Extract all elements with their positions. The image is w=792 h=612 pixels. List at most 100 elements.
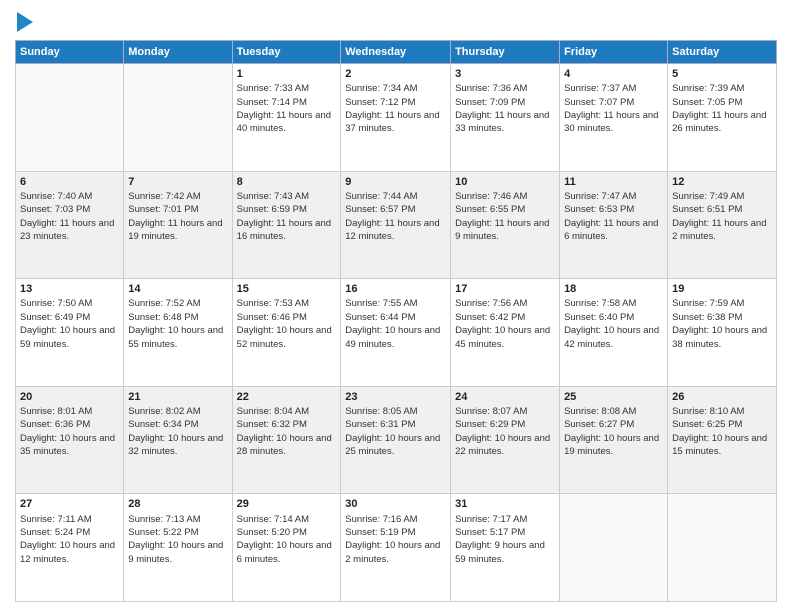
day-number: 29	[237, 497, 337, 511]
calendar-cell: 19Sunrise: 7:59 AM Sunset: 6:38 PM Dayli…	[668, 279, 777, 387]
calendar-cell: 5 Sunrise: 7:39 AM Sunset: 7:05 PM Daylig…	[668, 64, 777, 172]
calendar-cell: 22 Sunrise: 8:04 AM Sunset: 6:32 PM Dayli…	[232, 386, 341, 494]
day-number: 31	[455, 497, 555, 511]
day-number: 20	[20, 390, 119, 404]
day-info: Sunrise: 7:33 AM Sunset: 7:14 PM Dayligh…	[237, 83, 331, 134]
calendar-cell: 1 Sunrise: 7:33 AM Sunset: 7:14 PM Daylig…	[232, 64, 341, 172]
day-number: 15	[237, 282, 337, 296]
calendar-week-row: 1 Sunrise: 7:33 AM Sunset: 7:14 PM Daylig…	[16, 64, 777, 172]
column-header-monday: Monday	[124, 41, 232, 64]
calendar-cell: 2 Sunrise: 7:34 AM Sunset: 7:12 PM Daylig…	[341, 64, 451, 172]
day-number: 16	[345, 282, 446, 296]
column-header-sunday: Sunday	[16, 41, 124, 64]
calendar-week-row: 20 Sunrise: 8:01 AM Sunset: 6:36 PM Dayli…	[16, 386, 777, 494]
calendar-cell: 17 Sunrise: 7:56 AM Sunset: 6:42 PM Dayli…	[451, 279, 560, 387]
day-number: 2	[345, 67, 446, 81]
day-number: 30	[345, 497, 446, 511]
day-info: Sunrise: 7:56 AM Sunset: 6:42 PM Dayligh…	[455, 298, 550, 349]
day-number: 6	[20, 175, 119, 189]
day-number: 21	[128, 390, 227, 404]
column-header-friday: Friday	[560, 41, 668, 64]
calendar-cell: 9Sunrise: 7:44 AM Sunset: 6:57 PM Daylig…	[341, 171, 451, 279]
logo-icon	[15, 10, 33, 32]
day-number: 3	[455, 67, 555, 81]
calendar-cell: 3 Sunrise: 7:36 AM Sunset: 7:09 PM Daylig…	[451, 64, 560, 172]
day-number: 11	[564, 175, 663, 189]
calendar-week-row: 27 Sunrise: 7:11 AM Sunset: 5:24 PM Dayli…	[16, 494, 777, 602]
day-info: Sunrise: 7:46 AM Sunset: 6:55 PM Dayligh…	[455, 191, 549, 242]
day-info: Sunrise: 7:11 AM Sunset: 5:24 PM Dayligh…	[20, 514, 115, 565]
day-number: 26	[672, 390, 772, 404]
day-number: 27	[20, 497, 119, 511]
day-info: Sunrise: 8:04 AM Sunset: 6:32 PM Dayligh…	[237, 406, 332, 457]
day-info: Sunrise: 7:16 AM Sunset: 5:19 PM Dayligh…	[345, 514, 440, 565]
day-number: 24	[455, 390, 555, 404]
day-info: Sunrise: 7:14 AM Sunset: 5:20 PM Dayligh…	[237, 514, 332, 565]
day-info: Sunrise: 7:49 AM Sunset: 6:51 PM Dayligh…	[672, 191, 766, 242]
day-number: 14	[128, 282, 227, 296]
calendar-cell: 4 Sunrise: 7:37 AM Sunset: 7:07 PM Daylig…	[560, 64, 668, 172]
calendar-cell: 23 Sunrise: 8:05 AM Sunset: 6:31 PM Dayli…	[341, 386, 451, 494]
day-info: Sunrise: 8:02 AM Sunset: 6:34 PM Dayligh…	[128, 406, 223, 457]
calendar-cell: 21 Sunrise: 8:02 AM Sunset: 6:34 PM Dayli…	[124, 386, 232, 494]
calendar-cell: 31 Sunrise: 7:17 AM Sunset: 5:17 PM Dayli…	[451, 494, 560, 602]
calendar-cell: 26 Sunrise: 8:10 AM Sunset: 6:25 PM Dayli…	[668, 386, 777, 494]
day-number: 7	[128, 175, 227, 189]
calendar-cell: 8 Sunrise: 7:43 AM Sunset: 6:59 PM Daylig…	[232, 171, 341, 279]
header	[15, 10, 777, 32]
column-header-saturday: Saturday	[668, 41, 777, 64]
day-number: 5	[672, 67, 772, 81]
logo-arrow-icon	[17, 12, 33, 32]
calendar-cell: 15 Sunrise: 7:53 AM Sunset: 6:46 PM Dayli…	[232, 279, 341, 387]
day-info: Sunrise: 7:43 AM Sunset: 6:59 PM Dayligh…	[237, 191, 331, 242]
calendar-cell	[560, 494, 668, 602]
logo	[15, 10, 33, 32]
day-info: Sunrise: 8:05 AM Sunset: 6:31 PM Dayligh…	[345, 406, 440, 457]
day-info: Sunrise: 8:08 AM Sunset: 6:27 PM Dayligh…	[564, 406, 659, 457]
day-info: Sunrise: 7:47 AM Sunset: 6:53 PM Dayligh…	[564, 191, 658, 242]
calendar-cell: 6 Sunrise: 7:40 AM Sunset: 7:03 PM Daylig…	[16, 171, 124, 279]
day-info: Sunrise: 7:58 AM Sunset: 6:40 PM Dayligh…	[564, 298, 659, 349]
calendar-cell: 16Sunrise: 7:55 AM Sunset: 6:44 PM Dayli…	[341, 279, 451, 387]
day-info: Sunrise: 7:37 AM Sunset: 7:07 PM Dayligh…	[564, 83, 658, 134]
column-header-wednesday: Wednesday	[341, 41, 451, 64]
column-header-tuesday: Tuesday	[232, 41, 341, 64]
calendar-cell: 20 Sunrise: 8:01 AM Sunset: 6:36 PM Dayli…	[16, 386, 124, 494]
day-info: Sunrise: 7:34 AM Sunset: 7:12 PM Dayligh…	[345, 83, 439, 134]
day-info: Sunrise: 8:10 AM Sunset: 6:25 PM Dayligh…	[672, 406, 767, 457]
day-info: Sunrise: 7:44 AM Sunset: 6:57 PM Dayligh…	[345, 191, 439, 242]
calendar-week-row: 6 Sunrise: 7:40 AM Sunset: 7:03 PM Daylig…	[16, 171, 777, 279]
calendar-cell: 28 Sunrise: 7:13 AM Sunset: 5:22 PM Dayli…	[124, 494, 232, 602]
day-number: 28	[128, 497, 227, 511]
calendar-cell: 14 Sunrise: 7:52 AM Sunset: 6:48 PM Dayli…	[124, 279, 232, 387]
day-number: 13	[20, 282, 119, 296]
day-info: Sunrise: 7:59 AM Sunset: 6:38 PM Dayligh…	[672, 298, 767, 349]
calendar-cell: 10Sunrise: 7:46 AM Sunset: 6:55 PM Dayli…	[451, 171, 560, 279]
calendar-cell: 18Sunrise: 7:58 AM Sunset: 6:40 PM Dayli…	[560, 279, 668, 387]
calendar-cell	[124, 64, 232, 172]
calendar-cell: 13 Sunrise: 7:50 AM Sunset: 6:49 PM Dayli…	[16, 279, 124, 387]
calendar-cell: 24 Sunrise: 8:07 AM Sunset: 6:29 PM Dayli…	[451, 386, 560, 494]
calendar-cell: 12Sunrise: 7:49 AM Sunset: 6:51 PM Dayli…	[668, 171, 777, 279]
day-info: Sunrise: 7:39 AM Sunset: 7:05 PM Dayligh…	[672, 83, 766, 134]
calendar-table: SundayMondayTuesdayWednesdayThursdayFrid…	[15, 40, 777, 602]
calendar-cell: 30 Sunrise: 7:16 AM Sunset: 5:19 PM Dayli…	[341, 494, 451, 602]
day-info: Sunrise: 7:40 AM Sunset: 7:03 PM Dayligh…	[20, 191, 114, 242]
calendar-cell	[668, 494, 777, 602]
day-number: 23	[345, 390, 446, 404]
day-number: 8	[237, 175, 337, 189]
day-info: Sunrise: 7:17 AM Sunset: 5:17 PM Dayligh…	[455, 514, 545, 565]
day-info: Sunrise: 8:07 AM Sunset: 6:29 PM Dayligh…	[455, 406, 550, 457]
day-number: 1	[237, 67, 337, 81]
day-info: Sunrise: 7:50 AM Sunset: 6:49 PM Dayligh…	[20, 298, 115, 349]
day-info: Sunrise: 8:01 AM Sunset: 6:36 PM Dayligh…	[20, 406, 115, 457]
day-number: 17	[455, 282, 555, 296]
day-number: 4	[564, 67, 663, 81]
day-info: Sunrise: 7:52 AM Sunset: 6:48 PM Dayligh…	[128, 298, 223, 349]
day-number: 22	[237, 390, 337, 404]
day-info: Sunrise: 7:13 AM Sunset: 5:22 PM Dayligh…	[128, 514, 223, 565]
day-info: Sunrise: 7:36 AM Sunset: 7:09 PM Dayligh…	[455, 83, 549, 134]
calendar-cell: 27 Sunrise: 7:11 AM Sunset: 5:24 PM Dayli…	[16, 494, 124, 602]
day-info: Sunrise: 7:42 AM Sunset: 7:01 PM Dayligh…	[128, 191, 222, 242]
day-info: Sunrise: 7:53 AM Sunset: 6:46 PM Dayligh…	[237, 298, 332, 349]
